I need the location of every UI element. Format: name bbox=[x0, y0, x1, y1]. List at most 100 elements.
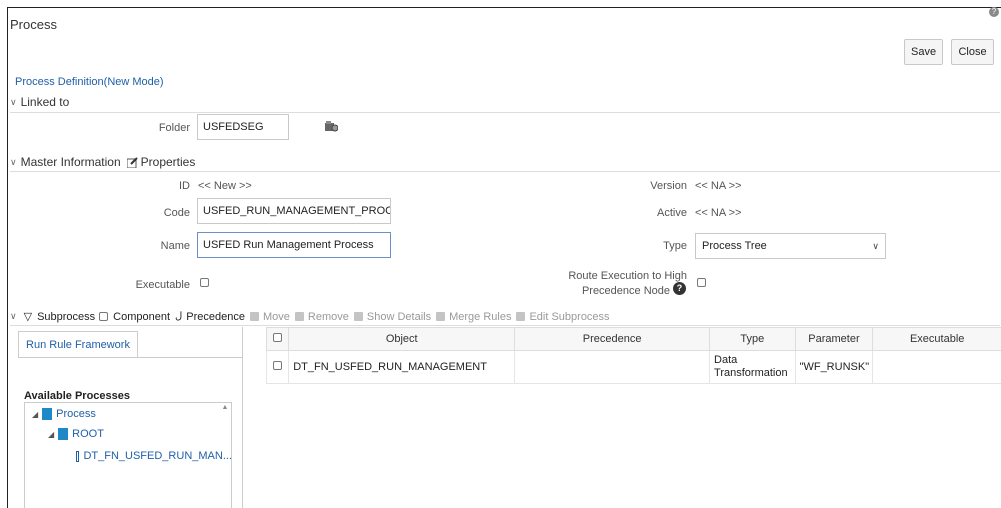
chevron-down-icon: ∨ bbox=[10, 156, 17, 167]
chevron-down-icon: ∨ bbox=[10, 96, 17, 107]
object-cell: DT_FN_USFED_RUN_MANAGEMENT bbox=[288, 350, 516, 384]
master-information-label: Master Information bbox=[20, 155, 121, 169]
version-value: << NA >> bbox=[695, 180, 742, 192]
executable-label: Executable bbox=[135, 279, 190, 291]
tree-node-dt[interactable]: DT_FN_USFED_RUN_MAN... bbox=[76, 450, 232, 462]
precedence-cell bbox=[514, 350, 711, 384]
edit-subprocess-label: Edit Subprocess bbox=[529, 310, 610, 323]
linked-to-header[interactable]: ∨ Linked to bbox=[10, 95, 69, 109]
version-label: Version bbox=[650, 180, 687, 192]
folder-icon bbox=[58, 428, 69, 440]
precedence-button[interactable]: ل Precedence bbox=[175, 311, 245, 323]
properties-link[interactable]: Properties bbox=[126, 155, 196, 169]
close-button[interactable]: Close bbox=[951, 39, 994, 65]
table-header-row: Object Precedence Type Parameter Executa… bbox=[265, 327, 1001, 351]
folder-browse-icon[interactable] bbox=[325, 121, 339, 132]
route-execution-label-2: Precedence Node bbox=[581, 285, 670, 297]
merge-rules-label: Merge Rules bbox=[449, 310, 512, 323]
component-button[interactable]: Component bbox=[113, 311, 170, 323]
divider bbox=[10, 171, 1000, 172]
remove-button[interactable]: Remove bbox=[294, 310, 349, 323]
code-label: Code bbox=[163, 207, 190, 219]
table-row[interactable]: DT_FN_USFED_RUN_MANAGEMENT Data Transfor… bbox=[265, 350, 1001, 384]
subprocess-table: Object Precedence Type Parameter Executa… bbox=[265, 327, 1001, 384]
tree-node-label: Process bbox=[56, 408, 96, 420]
route-help-icon[interactable]: ? bbox=[673, 282, 686, 295]
available-processes-title: Available Processes bbox=[24, 390, 130, 402]
show-details-button[interactable]: Show Details bbox=[353, 310, 432, 323]
row-select-cell bbox=[265, 350, 290, 384]
folder-icon bbox=[42, 408, 53, 420]
subprocess-button[interactable]: Subprocess bbox=[37, 310, 109, 323]
parameter-cell: "WF_RUNSK" bbox=[794, 350, 874, 384]
move-button[interactable]: Move bbox=[250, 311, 290, 323]
help-icon[interactable]: ? bbox=[989, 7, 999, 17]
component-label: Component bbox=[113, 310, 171, 323]
id-label: ID bbox=[179, 180, 190, 192]
chevron-down-icon[interactable]: ∨ bbox=[10, 311, 17, 322]
master-information-header[interactable]: ∨ Master Information Properties bbox=[10, 155, 195, 169]
column-header-parameter[interactable]: Parameter bbox=[794, 327, 874, 351]
type-line-1: Data bbox=[714, 354, 738, 366]
divider bbox=[10, 112, 1000, 113]
tree-node-root[interactable]: ◢ ROOT bbox=[48, 428, 104, 440]
tree-node-label: ROOT bbox=[72, 428, 104, 440]
show-details-label: Show Details bbox=[366, 310, 432, 323]
tab-run-rule-framework[interactable]: Run Rule Framework bbox=[18, 331, 138, 358]
edit-subprocess-icon bbox=[516, 312, 526, 321]
type-label: Type bbox=[663, 240, 687, 252]
filter-icon[interactable]: ▽ bbox=[24, 310, 32, 323]
active-value: << NA >> bbox=[695, 207, 742, 219]
name-label: Name bbox=[160, 240, 190, 252]
folder-field[interactable]: USFEDSEG bbox=[197, 114, 289, 140]
column-header-type[interactable]: Type bbox=[709, 327, 796, 351]
id-value: << New >> bbox=[198, 180, 252, 192]
precedence-icon: ل bbox=[175, 311, 183, 322]
divider bbox=[10, 325, 1000, 326]
column-header-executable[interactable]: Executable bbox=[872, 327, 1001, 351]
active-label: Active bbox=[657, 207, 687, 219]
edit-subprocess-button[interactable]: Edit Subprocess bbox=[516, 310, 610, 323]
select-all-cell bbox=[265, 327, 290, 351]
route-execution-label: Route Execution to High bbox=[568, 270, 687, 282]
expand-icon[interactable]: ◢ bbox=[48, 430, 54, 439]
subprocess-checkbox[interactable] bbox=[99, 312, 109, 321]
breadcrumb: Process Definition(New Mode) bbox=[15, 76, 164, 88]
properties-label: Properties bbox=[140, 155, 196, 169]
save-button[interactable]: Save bbox=[904, 39, 943, 65]
row-checkbox[interactable] bbox=[273, 361, 283, 370]
merge-rules-icon bbox=[436, 312, 446, 321]
panel-divider bbox=[242, 327, 243, 508]
name-field[interactable]: USFED Run Management Process bbox=[197, 232, 391, 258]
executable-cell bbox=[872, 350, 1001, 384]
document-icon bbox=[76, 450, 80, 462]
expand-icon[interactable]: ◢ bbox=[32, 410, 38, 419]
type-select-value: Process Tree bbox=[702, 240, 767, 252]
chevron-down-icon: ∨ bbox=[872, 241, 879, 251]
select-all-checkbox[interactable] bbox=[273, 333, 283, 342]
precedence-label: Precedence bbox=[186, 310, 246, 323]
page-title: Process bbox=[10, 17, 57, 32]
linked-to-label: Linked to bbox=[20, 95, 70, 109]
column-header-object[interactable]: Object bbox=[288, 327, 516, 351]
scroll-up-icon[interactable]: ▲ bbox=[220, 404, 230, 411]
type-cell: Data Transformation bbox=[709, 350, 796, 384]
tab-underline bbox=[18, 357, 242, 358]
remove-label: Remove bbox=[307, 310, 349, 323]
executable-checkbox[interactable] bbox=[200, 278, 209, 287]
subprocess-label: Subprocess bbox=[37, 310, 96, 323]
move-icon bbox=[250, 312, 260, 321]
type-line-2: Transformation bbox=[714, 367, 788, 379]
code-field[interactable]: USFED_RUN_MANAGEMENT_PROCESS bbox=[197, 198, 391, 224]
move-label: Move bbox=[263, 310, 290, 323]
show-details-icon bbox=[353, 312, 363, 321]
route-execution-checkbox[interactable] bbox=[697, 278, 706, 287]
tree-node-label: DT_FN_USFED_RUN_MAN... bbox=[83, 450, 232, 462]
properties-edit-icon bbox=[126, 156, 138, 168]
type-select[interactable]: Process Tree ∨ bbox=[695, 233, 886, 259]
merge-rules-button[interactable]: Merge Rules bbox=[436, 311, 511, 323]
folder-label: Folder bbox=[158, 122, 190, 134]
remove-icon bbox=[294, 312, 304, 321]
column-header-precedence[interactable]: Precedence bbox=[514, 327, 711, 351]
tree-node-process[interactable]: ◢ Process bbox=[32, 408, 96, 420]
